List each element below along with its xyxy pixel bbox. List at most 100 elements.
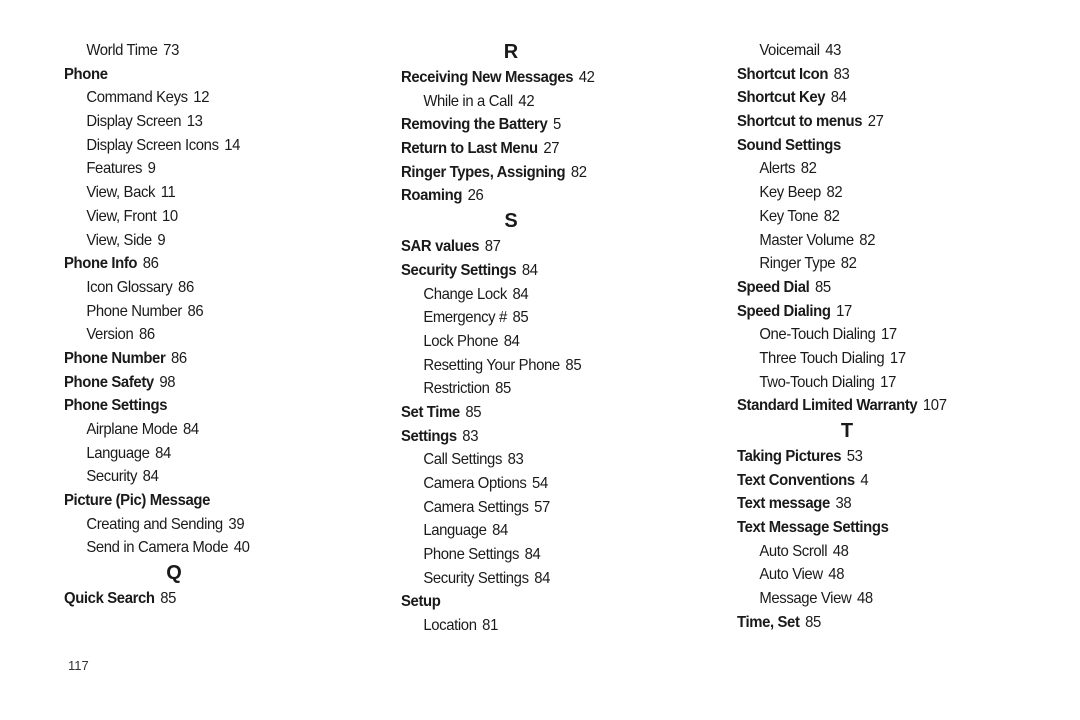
page-reference: 84 [155, 444, 171, 462]
page-reference: 27 [543, 140, 560, 158]
index-term: Three Touch Dialing [759, 349, 885, 367]
index-term: Security Settings [401, 261, 517, 279]
index-term: Return to Last Menu [401, 140, 538, 158]
index-term: One-Touch Dialing [759, 326, 876, 344]
index-entry: Taking Pictures 53 [737, 445, 970, 469]
page-reference: 27 [867, 113, 884, 131]
index-term: Ringer Types, Assigning [401, 163, 566, 181]
index-subentry: Two-Touch Dialing 17 [737, 371, 970, 395]
section-letter-heading: Q [166, 562, 182, 585]
index-entry: Setup [401, 590, 634, 614]
page-reference: 9 [157, 231, 166, 249]
page-reference: 42 [578, 69, 595, 86]
page-reference: 53 [846, 448, 863, 465]
index-entry: Shortcut Key 84 [737, 86, 970, 110]
index-entry: Phone Settings [64, 394, 297, 418]
index-entry: Phone Safety 98 [64, 371, 297, 395]
index-term: SAR values [401, 238, 480, 256]
index-entry: Sound Settings [737, 134, 970, 158]
page-reference: 4 [860, 471, 869, 489]
index-term: Quick Search [64, 590, 155, 608]
index-subentry: Lock Phone 84 [401, 330, 634, 354]
index-entry: Roaming 26 [401, 184, 634, 208]
index-subentry: Send in Camera Mode 40 [64, 536, 297, 560]
index-subentry: One-Touch Dialing 17 [737, 323, 970, 347]
page-reference: 84 [503, 332, 520, 350]
page-number: 117 [68, 658, 89, 673]
index-subentry: Phone Number 86 [64, 300, 297, 324]
index-subentry: Display Screen Icons 14 [64, 134, 297, 158]
index-term: Language [86, 444, 150, 462]
index-subentry: Command Keys 12 [64, 86, 297, 110]
index-entry: Speed Dialing 17 [737, 300, 970, 324]
page-reference: 84 [512, 285, 529, 303]
page-reference: 85 [565, 356, 582, 374]
index-term: Restriction [423, 380, 490, 398]
index-term: View, Side [86, 231, 152, 249]
index-term: Icon Glossary [86, 278, 173, 296]
index-entry: Set Time 85 [401, 401, 634, 425]
page-reference: 82 [570, 163, 587, 181]
index-subentry: World Time 73 [64, 39, 297, 63]
index-entry: Time, Set 85 [737, 611, 970, 635]
index-term: Security Settings [423, 569, 529, 587]
index-subentry: Alerts 82 [737, 157, 970, 181]
section-letter-heading: T [840, 420, 854, 442]
index-term: Text Conventions [737, 471, 855, 489]
index-term: Speed Dial [737, 278, 810, 296]
index-subentry: Ringer Type 82 [737, 252, 970, 276]
page-reference: 82 [826, 184, 843, 202]
page-reference: 107 [922, 397, 947, 415]
page-reference: 85 [805, 613, 821, 631]
page-reference: 83 [833, 65, 850, 83]
index-subentry: Auto Scroll 48 [737, 540, 970, 564]
index-entry: Security Settings 84 [401, 259, 634, 283]
index-term: Change Lock [423, 285, 507, 303]
index-term: Phone [64, 65, 108, 83]
page-reference: 17 [880, 326, 897, 344]
page-reference: 57 [534, 498, 550, 516]
page-reference: 9 [147, 160, 156, 178]
page-reference: 84 [534, 569, 551, 587]
page-reference: 85 [465, 403, 482, 421]
page-reference: 40 [233, 539, 250, 557]
index-term: Camera Options [423, 475, 527, 492]
index-term: Voicemail [759, 42, 820, 59]
page-reference: 82 [859, 231, 876, 249]
index-subentry: Master Volume 82 [737, 229, 970, 253]
index-subentry: Resetting Your Phone 85 [401, 354, 634, 378]
index-entry: Return to Last Menu 27 [401, 137, 634, 161]
index-term: Send in Camera Mode [86, 539, 229, 557]
page-reference: 26 [467, 187, 484, 205]
page-reference: 86 [138, 326, 155, 344]
index-term: Two-Touch Dialing [759, 373, 875, 391]
index-subentry: Key Beep 82 [737, 181, 970, 205]
index-subentry: Key Tone 82 [737, 205, 970, 229]
page-reference: 42 [518, 92, 535, 110]
index-subentry: Auto View 48 [737, 563, 970, 587]
index-term: Phone Number [64, 349, 166, 367]
index-subentry: Three Touch Dialing 17 [737, 347, 970, 371]
index-term: Taking Pictures [737, 448, 842, 465]
index-term: Key Beep [759, 184, 821, 202]
page-reference: 13 [186, 113, 203, 131]
page-reference: 14 [224, 136, 241, 154]
page-reference: 48 [828, 566, 845, 584]
index-term: Text message [737, 495, 830, 513]
page-reference: 83 [462, 427, 479, 445]
index-subentry: Language 84 [64, 442, 297, 466]
page-reference: 84 [524, 546, 541, 564]
index-subentry: Language 84 [401, 519, 634, 543]
index-term: Standard Limited Warranty [737, 397, 918, 415]
index-term: Text Message Settings [737, 519, 889, 537]
page-reference: 85 [495, 380, 511, 398]
index-term: Auto Scroll [759, 542, 828, 560]
page-reference: 82 [800, 160, 817, 178]
index-term: Message View [759, 590, 852, 608]
index-term: Features [86, 160, 143, 178]
index-term: While in a Call [423, 92, 513, 110]
index-entry: Phone Number 86 [64, 347, 297, 371]
page-reference: 11 [160, 184, 176, 202]
index-term: Time, Set [737, 613, 800, 631]
index-term: Phone Safety [64, 373, 154, 391]
